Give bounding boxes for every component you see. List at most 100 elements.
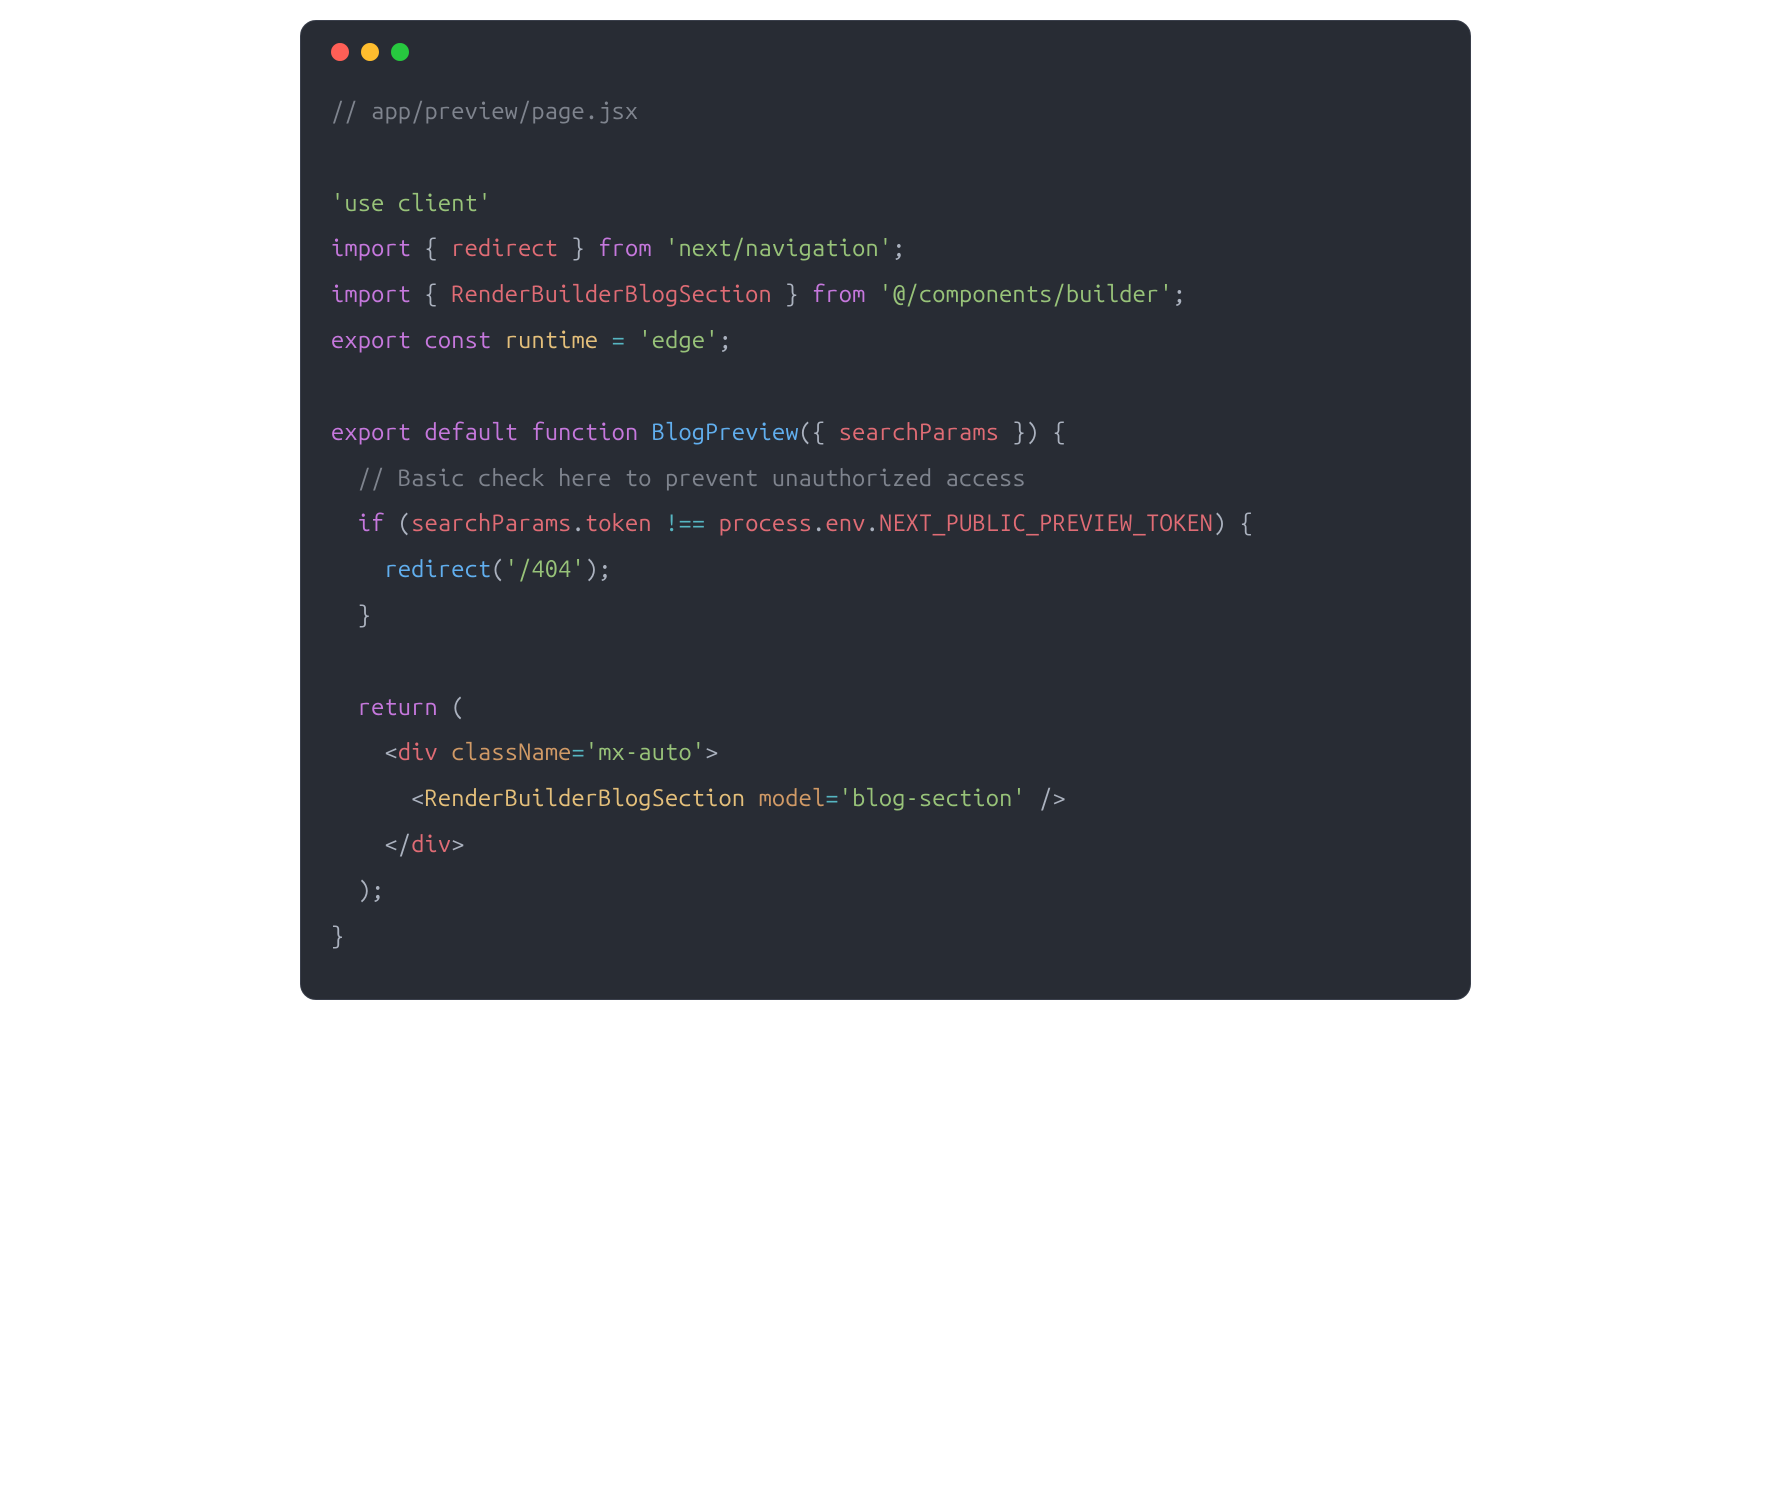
punct: } bbox=[331, 923, 344, 949]
punct: < bbox=[384, 739, 397, 765]
sp bbox=[411, 327, 424, 353]
comment: // Basic check here to prevent unauthori… bbox=[358, 465, 1026, 491]
str: '/404' bbox=[505, 556, 585, 582]
str: 'next/navigation' bbox=[665, 235, 892, 261]
kw: export bbox=[331, 419, 411, 445]
str: 'edge' bbox=[638, 327, 718, 353]
ident: RenderBuilderBlogSection bbox=[451, 281, 772, 307]
punct: ) bbox=[358, 877, 371, 903]
prop: NEXT_PUBLIC_PREVIEW_TOKEN bbox=[879, 510, 1213, 536]
punct: </ bbox=[384, 831, 411, 857]
str: 'mx-auto' bbox=[585, 739, 705, 765]
punct: ) bbox=[1026, 419, 1039, 445]
indent bbox=[331, 465, 358, 491]
sp bbox=[438, 694, 451, 720]
punct: ; bbox=[892, 235, 905, 261]
sp bbox=[745, 785, 758, 811]
obj: process bbox=[719, 510, 813, 536]
sp bbox=[411, 419, 424, 445]
attr: className bbox=[451, 739, 571, 765]
punct: { bbox=[812, 419, 839, 445]
op: = bbox=[572, 739, 585, 765]
punct: . bbox=[812, 510, 825, 536]
titlebar bbox=[301, 21, 1470, 61]
indent bbox=[331, 602, 358, 628]
zoom-icon[interactable] bbox=[391, 43, 409, 61]
punct: { bbox=[1240, 510, 1253, 536]
sp bbox=[518, 419, 531, 445]
punct: /> bbox=[1039, 785, 1066, 811]
kw: export bbox=[331, 327, 411, 353]
code-window: // app/preview/page.jsx 'use client' imp… bbox=[300, 20, 1471, 1000]
punct: ; bbox=[719, 327, 732, 353]
ident: redirect bbox=[451, 235, 558, 261]
punct: < bbox=[411, 785, 424, 811]
code-comment: // app/preview/page.jsx bbox=[331, 98, 638, 124]
kw: default bbox=[425, 419, 519, 445]
kw: function bbox=[531, 419, 638, 445]
punct: } bbox=[999, 419, 1026, 445]
sp bbox=[865, 281, 878, 307]
indent bbox=[331, 831, 384, 857]
kw: from bbox=[598, 235, 651, 261]
sp bbox=[705, 510, 718, 536]
punct: ( bbox=[491, 556, 504, 582]
kw: from bbox=[812, 281, 865, 307]
close-icon[interactable] bbox=[331, 43, 349, 61]
sp bbox=[652, 235, 665, 261]
str: 'blog-section' bbox=[839, 785, 1026, 811]
op: !== bbox=[665, 510, 705, 536]
tag: div bbox=[411, 831, 451, 857]
punct: } bbox=[558, 235, 598, 261]
punct: { bbox=[411, 235, 451, 261]
fn: BlogPreview bbox=[652, 419, 799, 445]
code-string: 'use client' bbox=[331, 190, 491, 216]
kw: const bbox=[425, 327, 492, 353]
tag: div bbox=[398, 739, 438, 765]
punct: ; bbox=[371, 877, 384, 903]
sp bbox=[384, 510, 397, 536]
sp bbox=[652, 510, 665, 536]
code-block: // app/preview/page.jsx 'use client' imp… bbox=[301, 61, 1470, 959]
punct: { bbox=[1053, 419, 1066, 445]
sp bbox=[1226, 510, 1239, 536]
prop: token bbox=[585, 510, 652, 536]
op: = bbox=[612, 327, 625, 353]
sp bbox=[625, 327, 638, 353]
attr: model bbox=[759, 785, 826, 811]
sp bbox=[1026, 785, 1039, 811]
punct: ) bbox=[585, 556, 598, 582]
sp bbox=[491, 327, 504, 353]
punct: ( bbox=[451, 694, 464, 720]
str: '@/components/builder' bbox=[879, 281, 1173, 307]
indent bbox=[331, 739, 384, 765]
param: searchParams bbox=[839, 419, 999, 445]
minimize-icon[interactable] bbox=[361, 43, 379, 61]
fn: redirect bbox=[384, 556, 491, 582]
punct: > bbox=[705, 739, 718, 765]
kw: if bbox=[358, 510, 385, 536]
punct: } bbox=[358, 602, 371, 628]
punct: ; bbox=[1173, 281, 1186, 307]
punct: . bbox=[572, 510, 585, 536]
sp bbox=[638, 419, 651, 445]
sp bbox=[438, 739, 451, 765]
kw: import bbox=[331, 235, 411, 261]
indent bbox=[331, 877, 358, 903]
kw: import bbox=[331, 281, 411, 307]
op: = bbox=[825, 785, 838, 811]
punct: ( bbox=[398, 510, 411, 536]
punct: . bbox=[866, 510, 879, 536]
punct: ) bbox=[1213, 510, 1226, 536]
prop: env bbox=[825, 510, 865, 536]
kw: return bbox=[358, 694, 438, 720]
component: RenderBuilderBlogSection bbox=[425, 785, 746, 811]
indent bbox=[331, 694, 358, 720]
punct: ; bbox=[598, 556, 611, 582]
punct: ( bbox=[799, 419, 812, 445]
punct: } bbox=[772, 281, 812, 307]
sp bbox=[598, 327, 611, 353]
indent bbox=[331, 785, 411, 811]
sp bbox=[1039, 419, 1052, 445]
indent bbox=[331, 556, 384, 582]
